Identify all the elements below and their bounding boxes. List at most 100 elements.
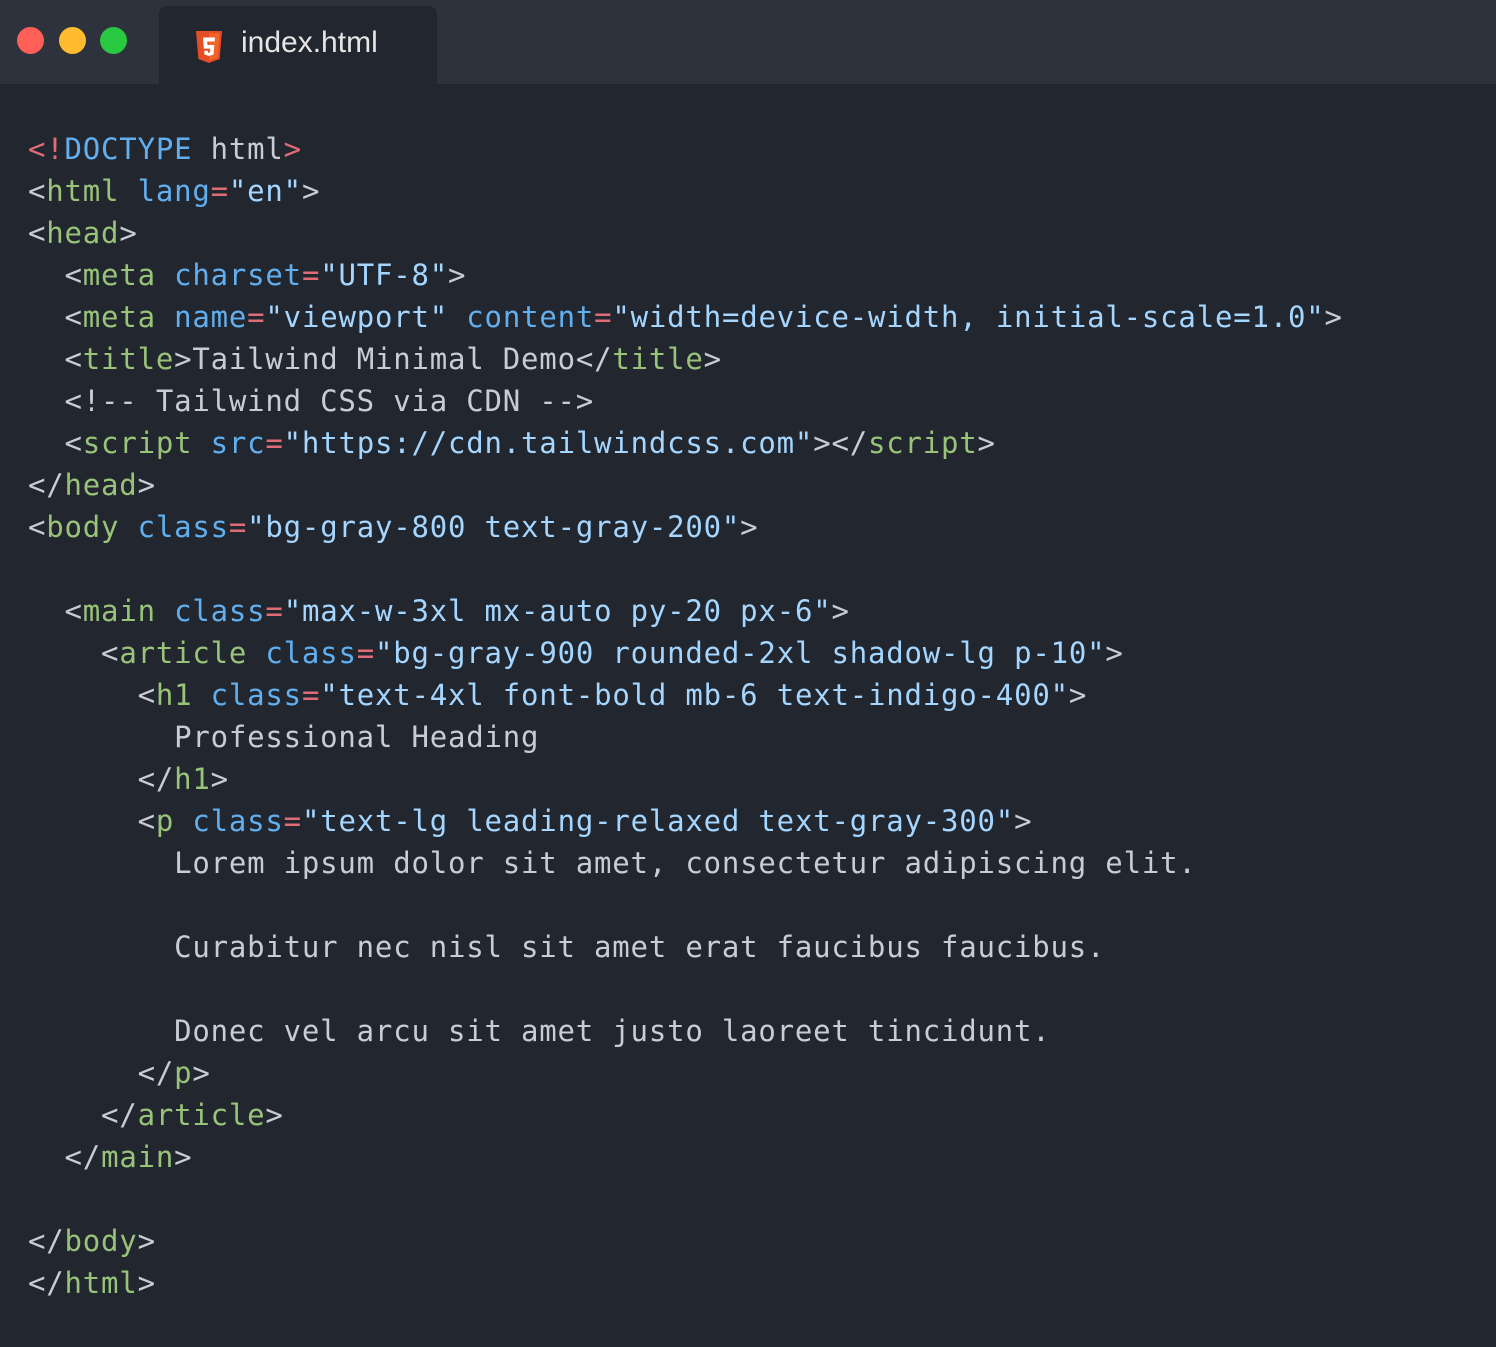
code-token-text: Professional Heading (28, 720, 540, 754)
code-token-punct: > (119, 216, 138, 250)
code-token-punct: </ (575, 342, 613, 376)
code-token-punct: > (1014, 804, 1033, 838)
code-token-eq: = (265, 426, 284, 460)
code-token-punct: > (137, 1266, 156, 1300)
code-token-eq: = (594, 300, 613, 334)
code-token-str: "en" (228, 174, 302, 208)
code-token-punct: > (137, 468, 156, 502)
editor-window: index.html <!DOCTYPE html> <html lang="en… (0, 0, 1496, 1347)
code-token-tag: head (64, 468, 138, 502)
code-line: <script src="https://cdn.tailwindcss.com… (28, 422, 1343, 464)
code-token-tag: meta (82, 300, 156, 334)
code-line: Donec vel arcu sit amet justo laoreet ti… (28, 1010, 1343, 1052)
code-token-attr: class (174, 594, 266, 628)
code-line: <article class="bg-gray-900 rounded-2xl … (28, 632, 1343, 674)
code-token-punct: < (64, 300, 83, 334)
code-token-punct: </ (101, 1098, 138, 1132)
code-token-punct: ></ (813, 426, 868, 460)
code-token-attr: class (265, 636, 357, 670)
code-token-punct: </ (28, 1224, 65, 1258)
tab-label: index.html (241, 26, 378, 59)
code-token-punct: < (28, 216, 47, 250)
code-token-str: "text-4xl font-bold mb-6 text-indigo-400… (320, 678, 1069, 712)
code-line: <!-- Tailwind CSS via CDN --> (28, 380, 1343, 422)
code-line: </body> (28, 1220, 1343, 1262)
code-token-tag: html (64, 1266, 138, 1300)
code-token-tag: head (46, 216, 120, 250)
title-bar: index.html (0, 0, 1496, 84)
code-token-punct: < (28, 510, 47, 544)
code-line: Curabitur nec nisl sit amet erat faucibu… (28, 926, 1343, 968)
maximize-button[interactable] (100, 27, 127, 54)
code-line: Lorem ipsum dolor sit amet, consectetur … (28, 842, 1343, 884)
code-line: </p> (28, 1052, 1343, 1094)
code-token-str: "https://cdn.tailwindcss.com" (283, 426, 814, 460)
code-token-decl: <! (28, 132, 65, 166)
code-token-punct: > (740, 510, 759, 544)
code-token-attr: charset (174, 258, 302, 292)
code-token-tag: script (82, 426, 193, 460)
code-token-str: "text-lg leading-relaxed text-gray-300" (301, 804, 1015, 838)
code-token-attr: class (192, 804, 284, 838)
code-token-eq: = (283, 804, 302, 838)
code-line: <main class="max-w-3xl mx-auto py-20 px-… (28, 590, 1343, 632)
code-token-eq: = (301, 258, 321, 292)
code-token-punct: > (1324, 300, 1343, 334)
code-token-punct: > (301, 174, 321, 208)
code-token-str: "viewport" (265, 300, 449, 334)
code-token-tag: article (119, 636, 248, 670)
code-token-tag: p (155, 804, 175, 838)
code-line: </h1> (28, 758, 1343, 800)
code-token-punct: < (137, 804, 156, 838)
code-token-punct: > (192, 1056, 211, 1090)
code-token-eq: = (228, 510, 248, 544)
code-line: Professional Heading (28, 716, 1343, 758)
code-token-punct: </ (64, 1140, 102, 1174)
code-editor[interactable]: <!DOCTYPE html> <html lang="en"> <head> <m… (28, 128, 1343, 1304)
code-line: </head> (28, 464, 1343, 506)
code-token-attr: lang (137, 174, 211, 208)
code-token-str: "bg-gray-900 rounded-2xl shadow-lg p-10" (374, 636, 1106, 670)
code-token-attr: class (137, 510, 229, 544)
code-token-text: Donec vel arcu sit amet justo laoreet ti… (28, 1014, 1051, 1048)
code-token-tag: meta (82, 258, 156, 292)
code-token-punct: < (64, 342, 83, 376)
code-token-punct: > (1068, 678, 1088, 712)
code-token-tag: h1 (174, 762, 211, 796)
tab-index-html[interactable]: index.html (159, 6, 437, 84)
code-token-punct: > (265, 1098, 284, 1132)
code-token-eq: = (210, 174, 229, 208)
code-token-tag: title (612, 342, 704, 376)
code-token-tag: main (101, 1140, 175, 1174)
code-token-punct: < (64, 594, 83, 628)
minimize-button[interactable] (59, 27, 86, 54)
code-line: <p class="text-lg leading-relaxed text-g… (28, 800, 1343, 842)
code-token-punct: > (448, 258, 467, 292)
code-line: <html lang="en"> (28, 170, 1343, 212)
code-line: <title>Tailwind Minimal Demo</title> (28, 338, 1343, 380)
code-token-punct: < (101, 636, 120, 670)
close-button[interactable] (17, 27, 44, 54)
code-line: <meta name="viewport" content="width=dev… (28, 296, 1343, 338)
code-token-str: "UTF-8" (320, 258, 449, 292)
